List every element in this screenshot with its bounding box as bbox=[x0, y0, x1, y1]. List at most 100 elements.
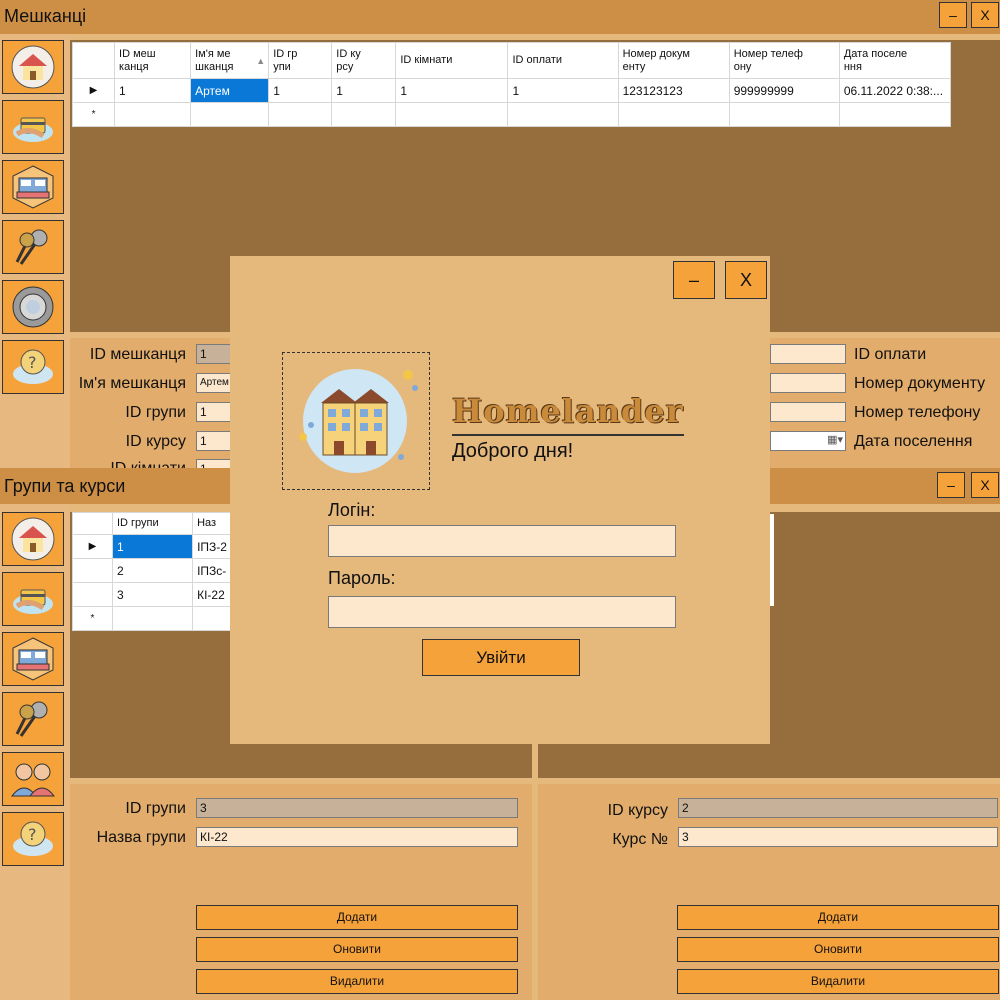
course-id-field[interactable]: 2 bbox=[678, 798, 998, 818]
minimize-button[interactable]: – bbox=[937, 472, 965, 498]
nav-payments-button[interactable] bbox=[2, 100, 64, 154]
update-group-button[interactable]: Оновити bbox=[196, 937, 518, 962]
bed-icon bbox=[12, 637, 54, 681]
table-cell[interactable]: 06.11.2022 0:38:... bbox=[838, 78, 952, 103]
course-number-field[interactable]: 3 bbox=[678, 827, 998, 847]
course-id-label: ID курсу bbox=[607, 802, 668, 819]
delete-group-button[interactable]: Видалити bbox=[196, 969, 518, 994]
column-header[interactable]: ID гр упи bbox=[268, 42, 333, 79]
update-course-button[interactable]: Оновити bbox=[677, 937, 999, 962]
minimize-button[interactable]: – bbox=[673, 261, 715, 299]
close-button[interactable]: X bbox=[725, 261, 767, 299]
column-header[interactable]: ID кімнати bbox=[395, 42, 509, 79]
group-id-field[interactable]: 3 bbox=[196, 798, 518, 818]
table-cell[interactable]: 1 bbox=[114, 78, 192, 103]
new-row[interactable]: * bbox=[72, 606, 232, 631]
nav-laundry-button[interactable] bbox=[2, 280, 64, 334]
table-cell[interactable]: 1 bbox=[395, 78, 509, 103]
new-row[interactable]: * bbox=[71, 102, 952, 127]
washing-machine-icon bbox=[12, 286, 54, 328]
add-group-button[interactable]: Додати bbox=[196, 905, 518, 930]
add-course-button[interactable]: Додати bbox=[677, 905, 999, 930]
table-cell[interactable]: 1 bbox=[331, 78, 397, 103]
table-cell[interactable]: 999999999 bbox=[728, 78, 840, 103]
calendar-dropdown-icon[interactable]: ▦▾ bbox=[827, 433, 843, 447]
people-group-icon bbox=[10, 763, 56, 797]
bed-icon bbox=[12, 165, 54, 209]
password-input[interactable] bbox=[328, 596, 676, 628]
table-header-row: ID групи Наз bbox=[72, 512, 232, 535]
column-header[interactable]: Наз bbox=[192, 512, 232, 535]
table-cell[interactable]: 1 bbox=[268, 78, 333, 103]
greeting-text: Доброго дня! bbox=[452, 440, 574, 462]
payment-id-field[interactable] bbox=[770, 344, 846, 364]
table-cell[interactable]: Артем bbox=[190, 78, 270, 103]
column-header[interactable]: ID ку рсу bbox=[331, 42, 397, 79]
table-cell[interactable] bbox=[192, 606, 232, 631]
groups-title: Групи та курси bbox=[4, 476, 126, 496]
document-number-field[interactable] bbox=[770, 373, 846, 393]
current-row-indicator-icon: ▶ bbox=[71, 78, 116, 103]
password-label: Пароль: bbox=[328, 568, 396, 588]
settlement-date-picker[interactable]: ▦▾ bbox=[770, 431, 846, 451]
nav-payments-button[interactable] bbox=[2, 572, 64, 626]
close-button[interactable]: X bbox=[971, 2, 999, 28]
phone-number-label: Номер телефону bbox=[854, 404, 981, 421]
column-header[interactable]: ID групи bbox=[111, 512, 194, 535]
nav-help-button[interactable]: ? bbox=[2, 340, 64, 394]
table-cell[interactable] bbox=[395, 102, 509, 127]
groups-form: ID групи 3 Назва групи КІ-22 Додати Онов… bbox=[70, 784, 532, 1000]
table-cell[interactable] bbox=[507, 102, 619, 127]
table-cell[interactable]: 123123123 bbox=[617, 78, 730, 103]
table-cell[interactable]: 2 bbox=[111, 558, 194, 583]
table-cell[interactable] bbox=[838, 102, 952, 127]
sort-arrow-icon: ▲ bbox=[256, 56, 266, 66]
table-cell[interactable] bbox=[111, 606, 194, 631]
row-header-corner bbox=[72, 512, 113, 535]
column-header[interactable]: Ім'я ме шканця ▲ bbox=[190, 42, 270, 79]
table-cell[interactable] bbox=[114, 102, 192, 127]
table-cell[interactable] bbox=[331, 102, 397, 127]
column-header[interactable]: Номер докум енту bbox=[617, 42, 730, 79]
table-cell[interactable] bbox=[728, 102, 840, 127]
table-row[interactable]: 3 КІ-22 bbox=[72, 582, 232, 607]
document-number-label: Номер документу bbox=[854, 375, 986, 392]
column-header[interactable]: Дата поселе ння bbox=[838, 42, 952, 79]
table-cell[interactable] bbox=[268, 102, 333, 127]
keys-icon bbox=[15, 701, 48, 737]
table-row[interactable]: ▶ 1 Артем 1 1 1 1 123123123 999999999 06… bbox=[71, 78, 952, 103]
table-row[interactable]: 2 ІПЗс- bbox=[72, 558, 232, 583]
delete-course-button[interactable]: Видалити bbox=[677, 969, 999, 994]
nav-groups-button[interactable] bbox=[2, 752, 64, 806]
table-cell[interactable] bbox=[190, 102, 270, 127]
close-button[interactable]: X bbox=[971, 472, 999, 498]
table-cell[interactable]: КІ-22 bbox=[192, 582, 232, 607]
nav-help-button[interactable]: ? bbox=[2, 812, 64, 866]
table-cell[interactable]: 1 bbox=[111, 534, 194, 559]
table-cell[interactable]: ІПЗс- bbox=[192, 558, 232, 583]
column-header[interactable]: ID оплати bbox=[507, 42, 619, 79]
table-cell[interactable] bbox=[617, 102, 730, 127]
nav-residents-button[interactable] bbox=[2, 512, 64, 566]
table-cell[interactable]: 3 bbox=[111, 582, 194, 607]
app-brand-title: Homelander bbox=[452, 392, 684, 430]
residents-sidebar: ? bbox=[0, 34, 70, 470]
nav-residents-button[interactable] bbox=[2, 40, 64, 94]
table-cell[interactable]: 1 bbox=[507, 78, 619, 103]
nav-keys-button[interactable] bbox=[2, 220, 64, 274]
table-row[interactable]: ▶ 1 ІПЗ-2 bbox=[72, 534, 232, 559]
minimize-button[interactable]: – bbox=[939, 2, 967, 28]
column-header[interactable]: Номер телеф ону bbox=[728, 42, 840, 79]
nav-rooms-button[interactable] bbox=[2, 632, 64, 686]
group-name-field[interactable]: КІ-22 bbox=[196, 827, 518, 847]
table-cell[interactable]: ІПЗ-2 bbox=[192, 534, 232, 559]
nav-rooms-button[interactable] bbox=[2, 160, 64, 214]
phone-number-field[interactable] bbox=[770, 402, 846, 422]
login-input[interactable] bbox=[328, 525, 676, 557]
residents-titlebar: Мешканці – X bbox=[0, 0, 1000, 34]
residents-title: Мешканці bbox=[4, 6, 87, 26]
resident-id-label: ID мешканця bbox=[89, 346, 186, 363]
column-header[interactable]: ID меш канця bbox=[114, 42, 192, 79]
nav-keys-button[interactable] bbox=[2, 692, 64, 746]
sign-in-button[interactable]: Увійти bbox=[422, 639, 580, 676]
